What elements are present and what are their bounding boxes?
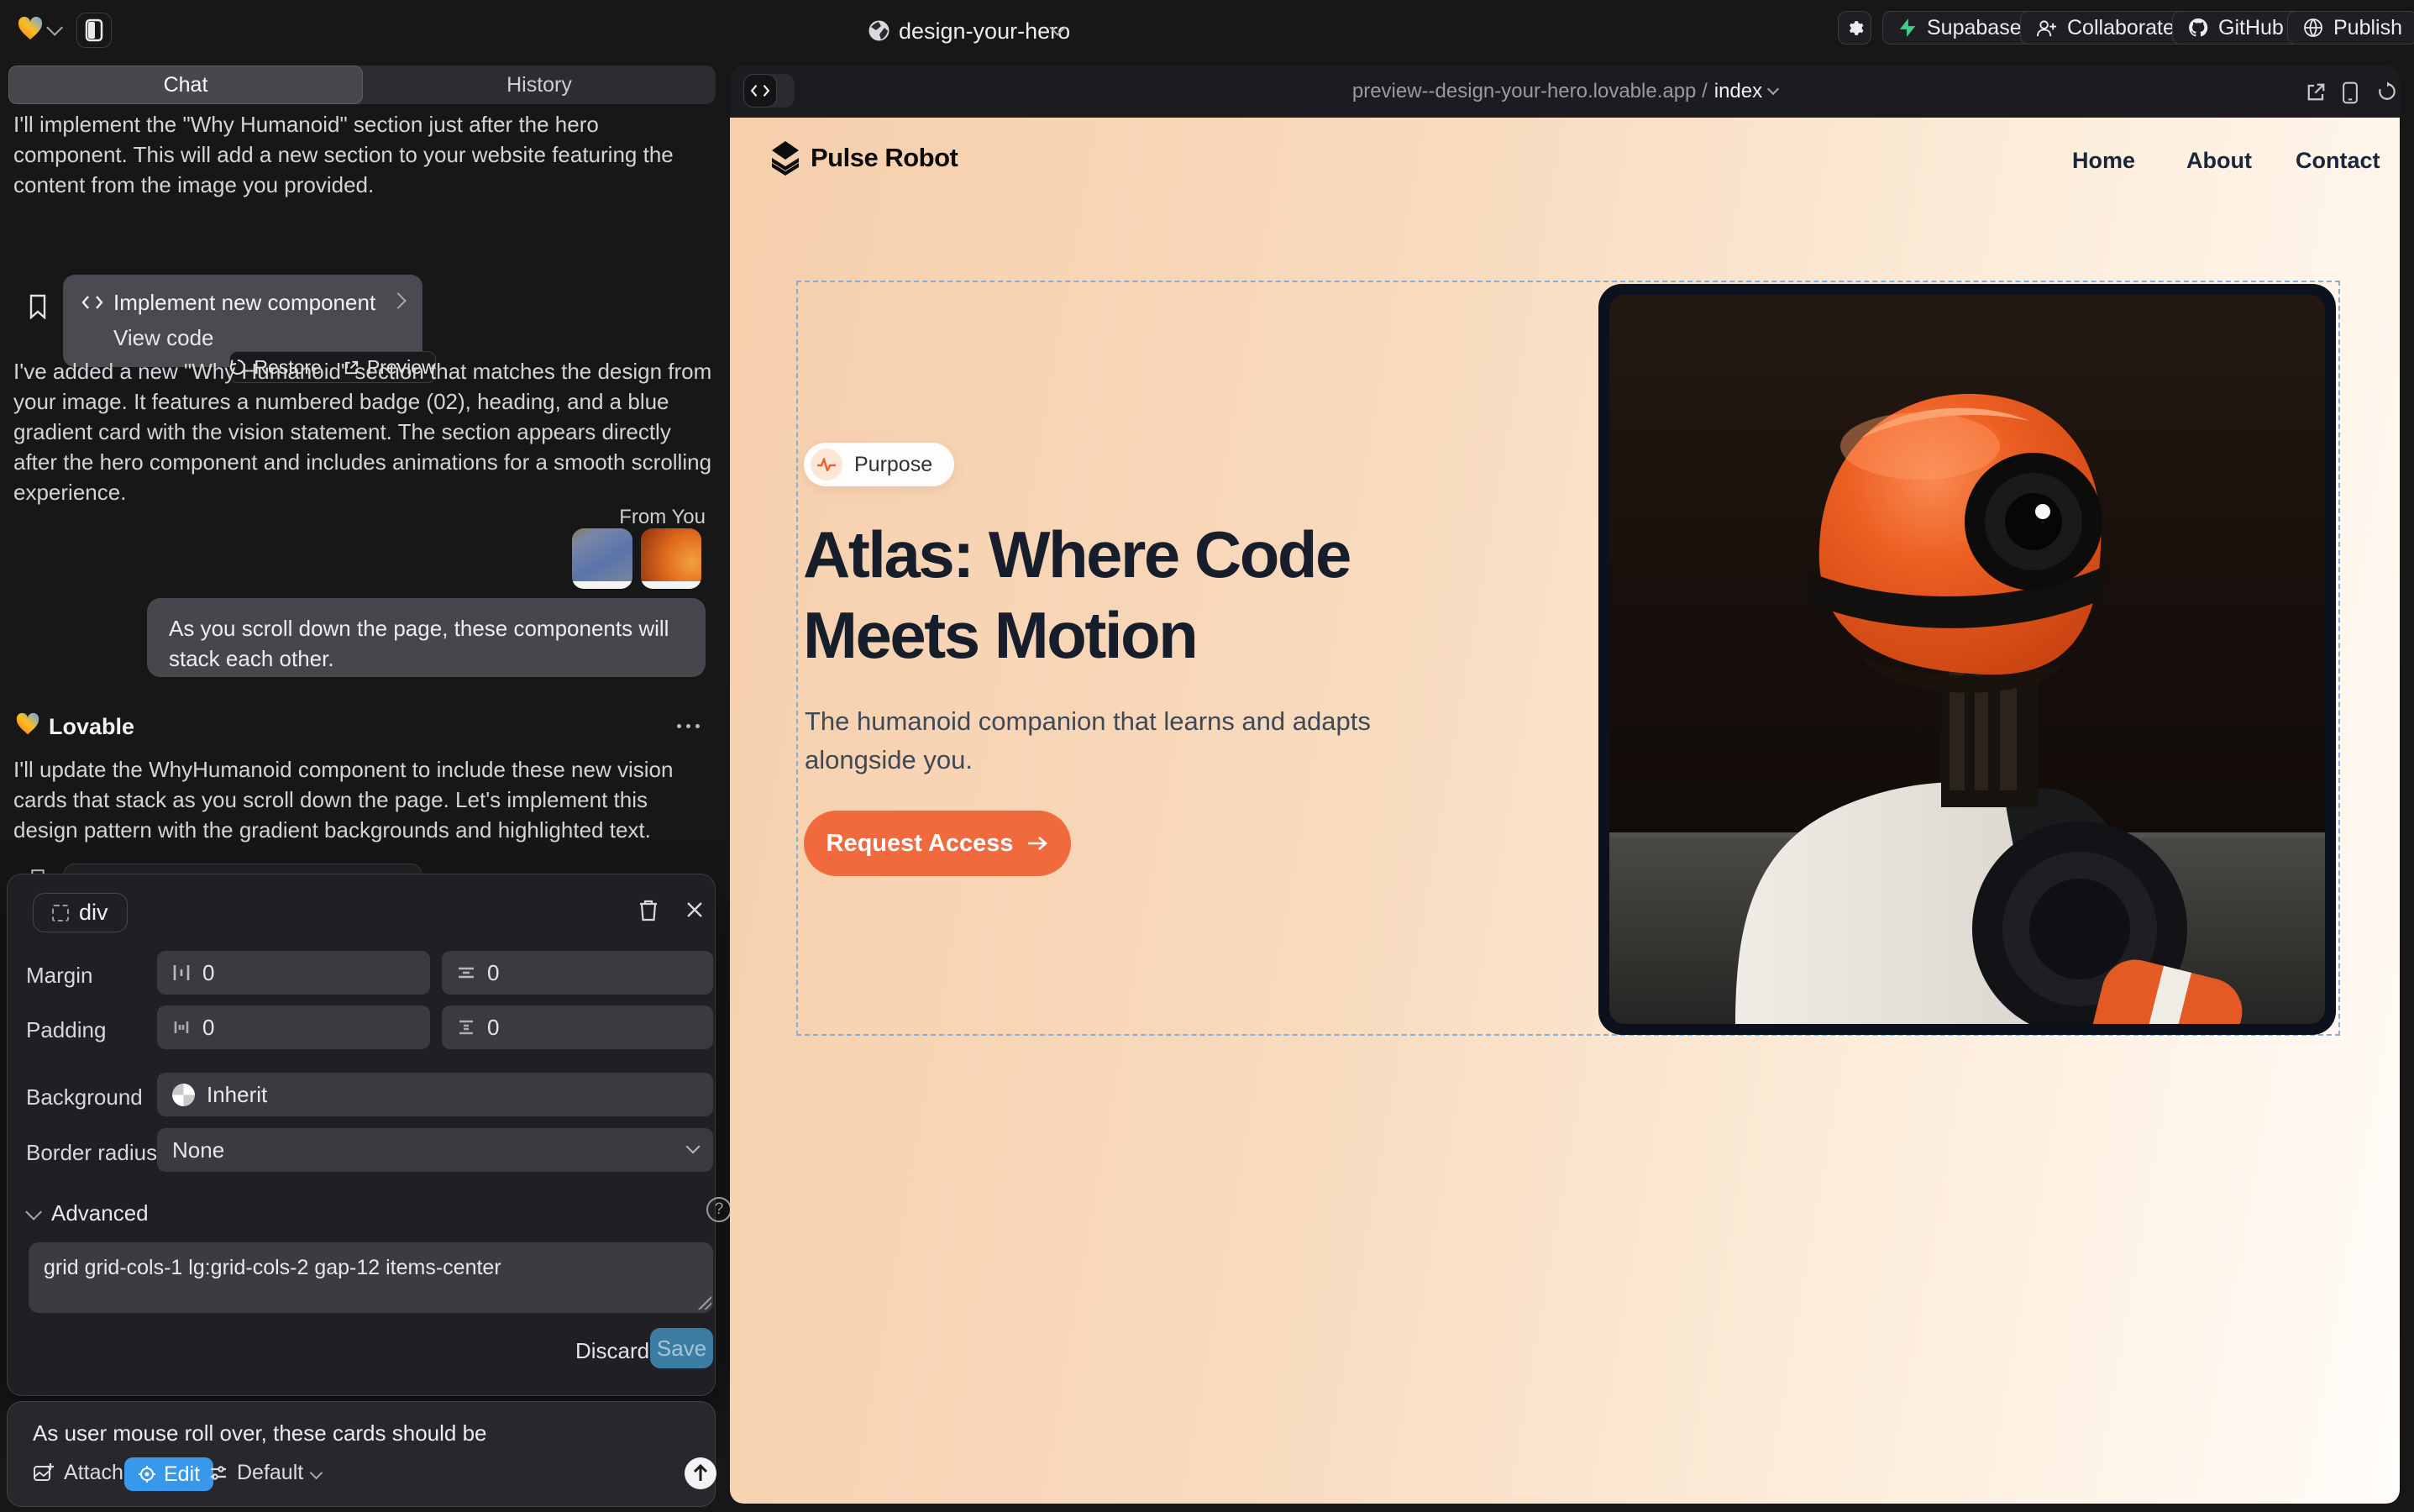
chevron-down-icon [310,1467,323,1480]
open-in-new-tab-icon[interactable] [2306,81,2327,102]
nav-link-about[interactable]: About [2186,148,2252,174]
padding-y-input[interactable]: 0 [442,1005,713,1049]
help-icon[interactable]: ? [706,1197,732,1222]
chevron-right-icon[interactable] [390,292,407,309]
chevron-down-icon [686,1140,701,1154]
message-menu-icon[interactable] [677,724,700,728]
margin-vertical-icon [457,963,475,982]
send-button[interactable] [685,1457,716,1489]
trash-icon[interactable] [638,898,659,923]
preview-url-bar[interactable]: preview--design-your-hero.lovable.app / … [730,66,2400,118]
tab-chat[interactable]: Chat [8,66,363,104]
margin-horizontal-icon [172,963,191,982]
sliders-icon [208,1464,228,1483]
resize-handle[interactable] [698,1296,711,1310]
site-nav: Pulse Robot Home About Contact [730,118,2400,210]
user-message-bubble: As you scroll down the page, these compo… [147,598,706,677]
edit-mode-button[interactable]: Edit [124,1457,213,1491]
refresh-icon[interactable] [2377,81,2397,102]
publish-button[interactable]: Publish [2287,11,2414,45]
project-name[interactable]: design-your-hero [899,18,1070,45]
tab-history[interactable]: History [363,66,716,104]
selected-element-outline[interactable]: Purpose Atlas: Where Code Meets Motion T… [796,281,2340,1036]
pulse-icon [811,449,842,480]
hero-subtitle: The humanoid companion that learns and a… [805,702,1460,780]
pulse-robot-logo-icon[interactable] [769,139,802,176]
advanced-section-header[interactable]: Advanced ? [26,1200,713,1226]
nav-link-contact[interactable]: Contact [2296,148,2380,174]
advanced-classes-textarea[interactable]: grid grid-cols-1 lg:grid-cols-2 gap-12 i… [29,1242,713,1313]
chevron-down-icon [25,1203,42,1220]
view-code-link[interactable]: View code [113,325,214,351]
github-icon [2188,18,2208,38]
top-bar: design-your-hero Supabase Collaborate Gi… [0,0,2414,60]
chat-composer[interactable]: As user mouse roll over, these cards sho… [7,1401,716,1507]
hero-heading: Atlas: Where Code Meets Motion [803,514,1350,675]
close-icon[interactable] [685,900,705,920]
element-inspector-panel: div Margin 0 0 Padding 0 0 Background In… [7,874,716,1396]
border-radius-label: Border radius [26,1140,157,1166]
preview-pane: preview--design-your-hero.lovable.app / … [730,66,2400,1504]
from-you-label: From You [0,506,706,529]
assistant-name: Lovable [49,714,134,740]
target-icon [138,1465,156,1483]
attach-image-icon [33,1462,55,1484]
padding-label: Padding [26,1017,106,1043]
nav-link-home[interactable]: Home [2072,148,2135,174]
add-user-icon [2036,18,2057,38]
mobile-view-icon[interactable] [2341,81,2359,104]
background-input[interactable]: Inherit [157,1073,713,1116]
attach-button[interactable]: Attach [33,1461,123,1485]
preview-url-host: preview--design-your-hero.lovable.app / [1352,80,1708,103]
padding-vertical-icon [457,1018,475,1037]
margin-x-input[interactable]: 0 [157,951,430,995]
assistant-message-3: I'll update the WhyHumanoid component to… [13,754,712,845]
attachment-thumbnail-blue[interactable] [572,528,632,589]
hero-robot-card [1598,284,2336,1035]
globe-project-icon [868,19,890,42]
margin-label: Margin [26,963,92,989]
purpose-badge: Purpose [804,443,954,486]
chat-history-tabs: Chat History [8,66,716,104]
transparency-swatch-icon [172,1084,195,1106]
robot-image [1609,295,2325,1024]
workspace-chevron-icon[interactable] [46,19,63,36]
assistant-message-1: I'll implement the "Why Humanoid" sectio… [13,109,707,200]
margin-y-input[interactable]: 0 [442,951,713,995]
discard-button[interactable]: Discard [575,1338,649,1364]
github-button[interactable]: GitHub [2172,11,2300,45]
site-preview: Pulse Robot Home About Contact Purpose A… [730,118,2400,1504]
arrow-up-icon [692,1464,709,1483]
attachment-thumbnail-orange[interactable] [641,528,701,589]
publish-globe-icon [2303,18,2323,38]
request-access-button[interactable]: Request Access [804,811,1071,876]
supabase-icon [1898,18,1917,38]
bookmark-icon[interactable] [28,294,48,319]
padding-x-input[interactable]: 0 [157,1005,430,1049]
collaborate-button[interactable]: Collaborate [2020,11,2191,45]
lovable-heart-icon [15,711,40,737]
background-label: Background [26,1084,143,1110]
settings-button[interactable] [1838,11,1871,45]
border-radius-select[interactable]: None [157,1128,713,1172]
element-tag-pill[interactable]: div [33,893,128,932]
preview-url-page: index [1714,80,1762,103]
mode-dropdown[interactable]: Default [208,1461,321,1485]
composer-draft-text[interactable]: As user mouse roll over, these cards sho… [33,1420,487,1446]
padding-horizontal-icon [172,1018,191,1037]
assistant-message-2: I've added a new "Why Humanoid" section … [13,356,716,507]
arrow-right-icon [1026,835,1048,852]
sidebar-toggle-button[interactable] [76,13,112,48]
chevron-down-icon [1767,83,1779,95]
dashed-selection-icon [52,905,69,921]
lovable-logo-icon[interactable] [17,15,44,42]
save-button[interactable]: Save [650,1328,713,1368]
component-card-title: Implement new component [113,290,375,316]
code-icon [81,293,103,312]
site-brand[interactable]: Pulse Robot [811,143,958,173]
supabase-button[interactable]: Supabase [1882,11,2038,45]
